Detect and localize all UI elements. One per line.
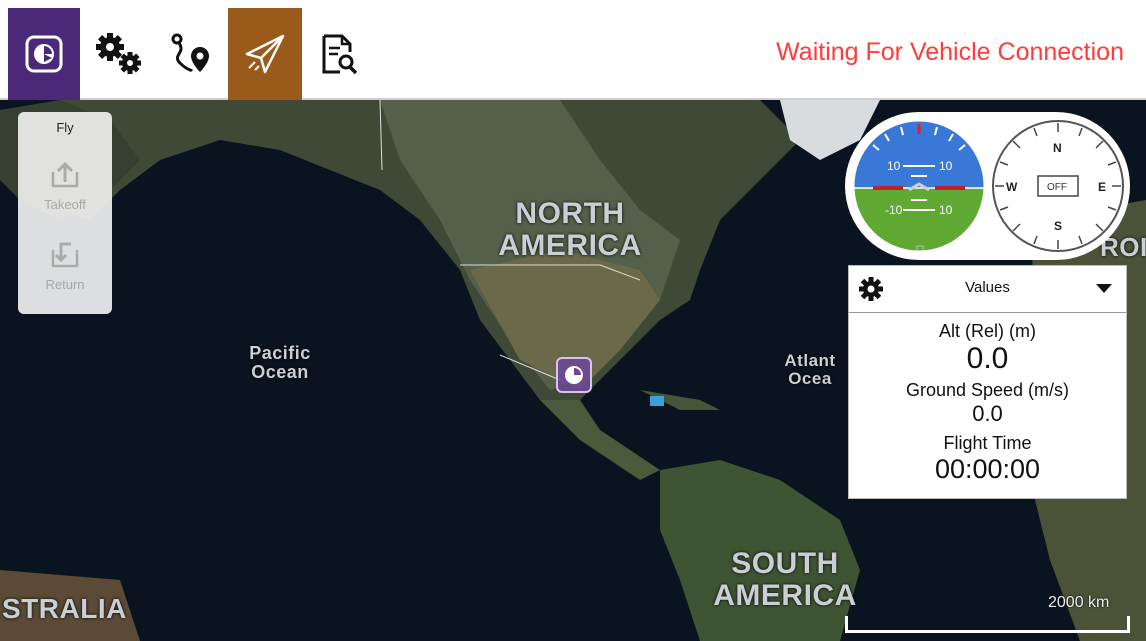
- altitude-label: Alt (Rel) (m): [939, 321, 1036, 341]
- return-button[interactable]: Return: [18, 240, 112, 292]
- values-item-flight-time: Flight Time 00:00:00: [849, 433, 1126, 485]
- map-label-south-america: SOUTH AMERICA: [713, 547, 857, 612]
- vehicle-marker[interactable]: [556, 357, 592, 393]
- pitch-label-down-right: 10: [939, 203, 953, 217]
- analyze-button[interactable]: [308, 8, 370, 100]
- ground-speed-value: 0.0: [972, 401, 1003, 426]
- plan-route-icon: [171, 33, 209, 73]
- flight-instruments: 10 10 -10 10 N S E W OFF: [845, 112, 1130, 260]
- settings-button[interactable]: [86, 8, 152, 100]
- compass-south: S: [1054, 219, 1062, 233]
- compass-east: E: [1098, 180, 1106, 194]
- map-scale-bar: [845, 630, 1130, 633]
- attitude-indicator: 10 10 -10 10: [851, 118, 987, 254]
- compass-north: N: [1053, 141, 1062, 155]
- app-logo-button[interactable]: [8, 8, 80, 100]
- document-search-icon: [322, 34, 358, 75]
- map-scale-tick-right: [1127, 616, 1130, 633]
- compass-west: W: [1006, 180, 1018, 194]
- pitch-label-up-left: 10: [887, 159, 901, 173]
- gears-icon: [96, 33, 141, 74]
- connection-status: Waiting For Vehicle Connection: [776, 38, 1124, 66]
- values-header[interactable]: Values: [849, 266, 1126, 313]
- map-label-pacific-ocean: Pacific Ocean: [249, 343, 311, 382]
- paper-plane-icon: [245, 34, 285, 74]
- takeoff-button[interactable]: Takeoff: [18, 160, 112, 212]
- fly-button[interactable]: [228, 8, 302, 100]
- fly-tools-panel: Fly Takeoff Return: [18, 112, 112, 314]
- plan-button[interactable]: [158, 8, 224, 100]
- return-label: Return: [45, 277, 85, 292]
- map-scale-label: 2000 km: [1048, 594, 1110, 611]
- fly-tools-title: Fly: [56, 120, 74, 135]
- map-label-australia: STRALIA: [2, 593, 127, 624]
- values-widget: Values Alt (Rel) (m) 0.0 Ground Speed (m…: [848, 265, 1127, 499]
- values-item-ground-speed: Ground Speed (m/s) 0.0: [849, 380, 1126, 427]
- chevron-down-icon[interactable]: [1096, 284, 1112, 293]
- map-scale-tick-left: [845, 616, 848, 633]
- altitude-value: 0.0: [966, 342, 1009, 375]
- return-icon: [51, 242, 79, 268]
- values-title: Values: [965, 279, 1010, 296]
- compass-heading-readout: OFF: [1047, 182, 1067, 193]
- qgc-logo-icon: [25, 35, 63, 73]
- main-toolbar: Waiting For Vehicle Connection: [0, 0, 1146, 100]
- compass: N S E W OFF: [992, 120, 1124, 252]
- ground-speed-label: Ground Speed (m/s): [905, 380, 1070, 400]
- map-label-atlantic-ocean: Atlant Ocea: [784, 351, 836, 388]
- values-item-altitude: Alt (Rel) (m) 0.0: [849, 321, 1126, 376]
- takeoff-icon: [51, 161, 79, 188]
- takeoff-label: Takeoff: [44, 197, 86, 212]
- map-label-north-america: NORTH AMERICA: [498, 197, 642, 262]
- pitch-label-up-right: 10: [939, 159, 953, 173]
- vehicle-icon: [565, 366, 583, 384]
- flight-time-label: Flight Time: [943, 433, 1032, 453]
- pitch-label-down-left: -10: [885, 203, 903, 217]
- flight-time-value: 00:00:00: [934, 454, 1041, 484]
